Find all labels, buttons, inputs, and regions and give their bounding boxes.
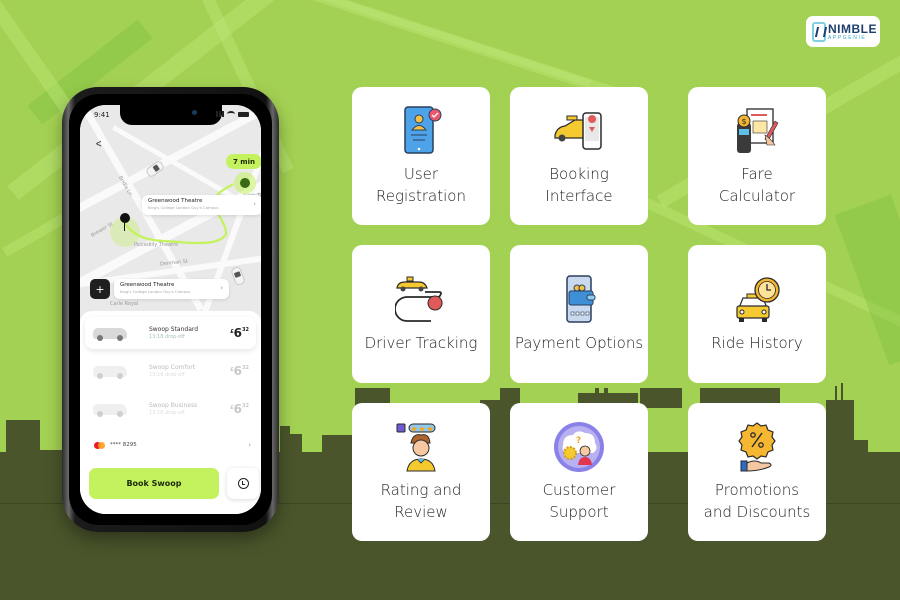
battery-icon	[238, 111, 249, 117]
origin-pin-icon	[120, 213, 130, 231]
feature-card-fare-calculator: $ Fare Calculator	[688, 87, 826, 225]
back-chevron-icon[interactable]: <	[95, 137, 101, 150]
feature-card-customer-support: ? Customer Support	[510, 403, 648, 541]
feature-card-promotions-discounts: Promotions and Discounts	[688, 403, 826, 541]
fare-calculator-icon: $	[737, 108, 779, 153]
schedule-button[interactable]	[227, 468, 259, 499]
feature-label: Fare Calculator	[718, 165, 796, 205]
feature-label: Ride History	[711, 334, 803, 352]
ride-price: £ 6 32	[230, 365, 249, 377]
payment-method-row[interactable]: **** 8295 ›	[94, 439, 251, 451]
ride-option-comfort[interactable]: Swoop Comfort 13:18 drop-off £ 6 32	[85, 355, 256, 387]
taxi-clock-icon	[736, 277, 780, 322]
feature-label: Rating and Review	[380, 481, 462, 521]
ride-price: £ 6 32	[230, 403, 249, 415]
origin-card[interactable]: Greenwood Theatre King's College London …	[114, 279, 229, 299]
ride-dropoff: 13:18 drop-off	[149, 410, 185, 416]
price-decimal: 32	[242, 365, 249, 371]
svg-text:$: $	[741, 117, 746, 126]
svg-text:?: ?	[576, 436, 581, 446]
car-icon	[93, 403, 127, 417]
chevron-right-icon: ›	[248, 441, 251, 449]
book-swoop-button[interactable]: Book Swoop	[89, 468, 219, 499]
price-main: 6	[233, 364, 243, 378]
feature-card-payment-options: Payment Options	[510, 245, 648, 383]
price-decimal: 32	[242, 327, 249, 333]
feature-label: User Registration	[376, 165, 466, 205]
destination-subtitle: King's College London Guy's Campus	[148, 205, 219, 210]
discount-badge-hand-icon	[738, 422, 776, 472]
feature-card-ride-history: Ride History	[688, 245, 826, 383]
feature-label: Promotions and Discounts	[703, 481, 811, 521]
signal-icon	[216, 111, 224, 117]
logo-main-text: NIMBLE	[828, 21, 877, 36]
taxi-phone-booking-icon	[554, 112, 602, 150]
feature-card-driver-tracking: Driver Tracking	[352, 245, 490, 383]
card-number: **** 8295	[110, 442, 137, 448]
support-agent-icon: ?	[554, 422, 604, 472]
wifi-icon	[227, 111, 235, 117]
destination-pin-icon	[240, 178, 250, 188]
car-icon	[93, 327, 127, 341]
nimble-appgenie-logo: NIMBLE APPGENIE	[806, 16, 880, 47]
car-icon	[93, 365, 127, 379]
feature-card-user-registration: User Registration	[352, 87, 490, 225]
ride-dropoff: 13:18 drop-off	[149, 334, 185, 340]
price-decimal: 32	[242, 403, 249, 409]
user-registration-tablet-icon	[404, 106, 442, 154]
ride-name: Swoop Business	[149, 402, 198, 409]
star-rating-user-icon	[396, 423, 436, 472]
phone-notch	[119, 105, 222, 125]
ride-name: Swoop Comfort	[149, 364, 196, 371]
plus-icon: +	[95, 282, 105, 296]
ride-options-sheet: Swoop Standard 13:18 drop-off £ 6 32 Swo…	[80, 311, 261, 514]
logo-mark-icon	[812, 21, 826, 42]
eta-badge: 7 min	[226, 154, 261, 169]
ride-option-standard[interactable]: Swoop Standard 13:18 drop-off £ 6 32	[85, 317, 256, 349]
status-icons	[216, 111, 249, 117]
chevron-right-icon: ›	[253, 200, 256, 208]
feature-label: Payment Options	[514, 334, 644, 352]
feature-card-booking-interface: Booking Interface	[510, 87, 648, 225]
phone-wallet-icon	[566, 275, 596, 323]
price-main: 6	[233, 402, 243, 416]
feature-label: Customer Support	[542, 481, 616, 521]
destination-title: Greenwood Theatre	[148, 198, 203, 204]
add-stop-button[interactable]: +	[90, 279, 110, 299]
clock-icon	[237, 478, 249, 489]
feature-card-rating-review: Rating and Review	[352, 403, 490, 541]
chevron-right-icon: ›	[220, 284, 223, 292]
feature-label: Driver Tracking	[364, 334, 478, 352]
destination-card[interactable]: Greenwood Theatre King's College London …	[142, 195, 261, 215]
phone-screen: Bridle Ln Brewer St Piccadilly Theatre D…	[80, 105, 261, 514]
mastercard-icon	[94, 441, 106, 449]
taxi-route-pin-icon	[395, 276, 443, 322]
feature-label: Booking Interface	[545, 165, 613, 205]
phone-mockup: Bridle Ln Brewer St Piccadilly Theatre D…	[62, 87, 279, 532]
ride-option-business[interactable]: Swoop Business 13:18 drop-off £ 6 32	[85, 393, 256, 425]
origin-subtitle: King's College London Guy's Campus	[120, 289, 191, 294]
status-time: 9:41	[94, 111, 110, 119]
origin-title: Greenwood Theatre	[120, 282, 175, 288]
ride-dropoff: 13:18 drop-off	[149, 372, 185, 378]
ride-price: £ 6 32	[230, 327, 249, 339]
logo-sub-text: APPGENIE	[828, 34, 867, 41]
price-main: 6	[233, 326, 243, 340]
ride-name: Swoop Standard	[149, 326, 199, 333]
